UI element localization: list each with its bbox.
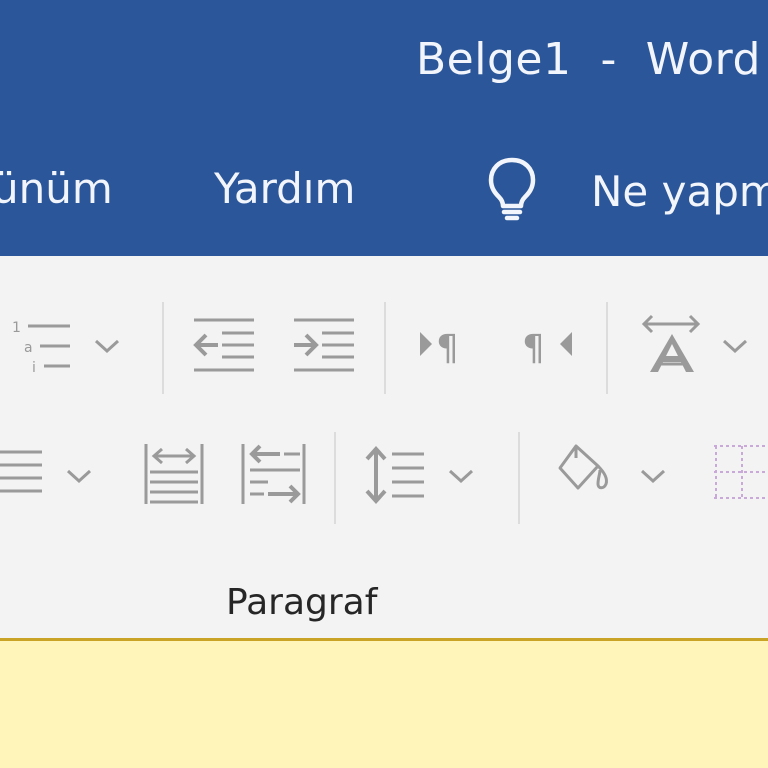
title-bar: Belge1 - Word [0,0,768,128]
sort-dropdown-chevron-icon[interactable] [720,336,750,356]
justify-dropdown-chevron-icon[interactable] [64,466,94,486]
rtl-text-direction-icon[interactable]: ¶ [520,326,574,366]
ribbon-paragraph-group: 1 a i ¶ ¶ Paragraf [0,256,768,638]
separator [162,302,164,394]
svg-text:i: i [32,360,36,376]
separator [606,302,608,394]
line-spacing-dropdown-chevron-icon[interactable] [446,466,476,486]
decrease-indent-icon[interactable] [192,316,256,374]
tab-view[interactable]: ünüm [0,160,113,218]
distributed-icon[interactable] [142,442,206,506]
borders-icon[interactable] [712,442,768,502]
sort-icon[interactable] [638,312,706,374]
separator [334,432,336,524]
ltr-text-direction-icon[interactable]: ¶ [418,326,472,366]
justify-icon[interactable] [0,448,44,500]
svg-text:1: 1 [12,320,21,336]
window-title: Belge1 - Word [416,34,761,85]
shading-icon[interactable] [554,442,614,498]
multilevel-list-icon[interactable]: 1 a i [8,316,76,376]
tab-help[interactable]: Yardım [214,160,355,218]
ribbon-tabs: ünüm Yardım Ne yapm [0,128,768,256]
svg-text:¶: ¶ [522,328,545,366]
multilevel-list-dropdown-chevron-icon[interactable] [92,336,122,356]
line-spacing-icon[interactable] [364,444,426,506]
message-bar [0,638,768,768]
separator [518,432,520,524]
separator [384,302,386,394]
increase-indent-icon[interactable] [292,316,356,374]
shading-dropdown-chevron-icon[interactable] [638,466,668,486]
paragraph-group-label: Paragraf [226,582,378,623]
lightbulb-icon [486,156,538,226]
svg-text:a: a [24,340,33,356]
indent-arrows-icon[interactable] [240,442,308,506]
tell-me-label: Ne yapm [591,166,768,216]
tell-me-search[interactable]: Ne yapm [486,156,768,226]
svg-text:¶: ¶ [436,328,459,366]
